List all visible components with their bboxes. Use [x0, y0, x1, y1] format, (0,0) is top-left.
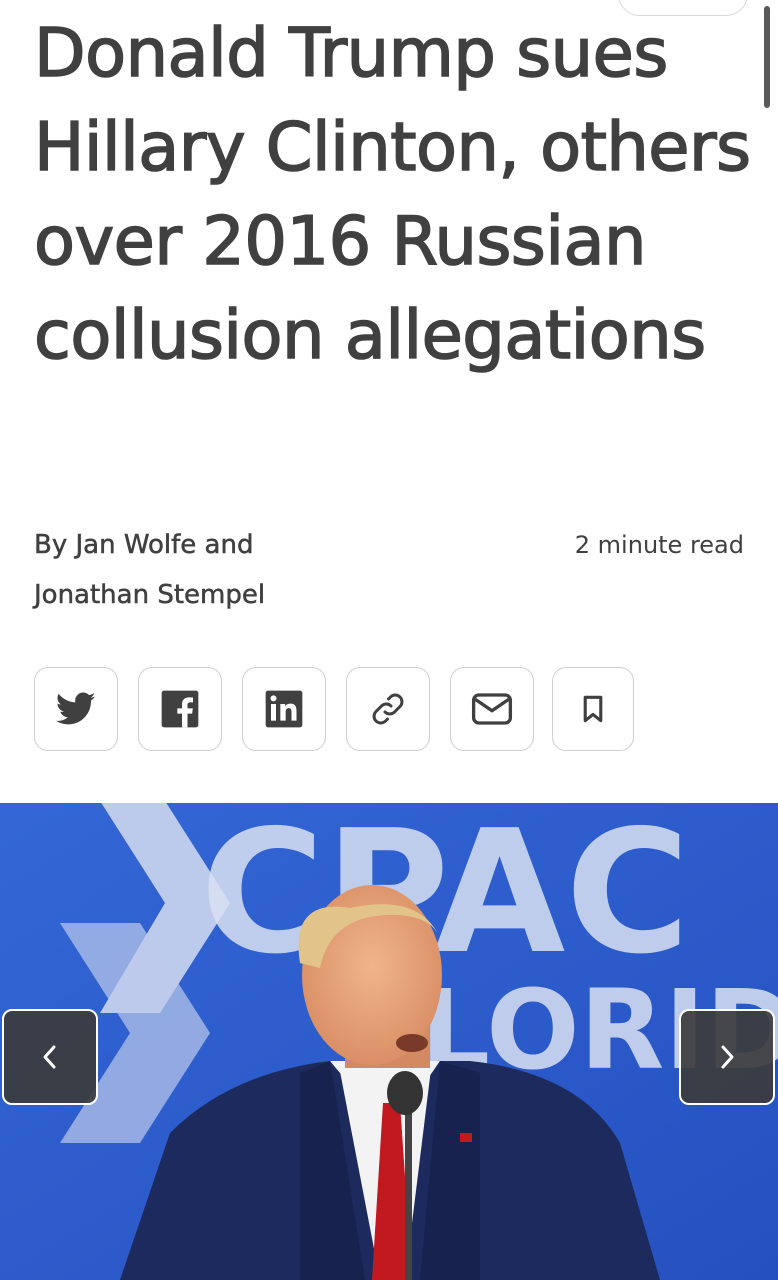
bookmark-icon: [583, 695, 603, 723]
article-photo: CPAC LORIDA: [0, 803, 778, 1280]
facebook-icon: [161, 690, 199, 728]
linkedin-icon: [265, 690, 303, 728]
share-email-button[interactable]: [450, 667, 534, 751]
link-icon: [372, 693, 404, 725]
photo-image: CPAC LORIDA: [0, 803, 778, 1280]
photo-next-button[interactable]: [679, 1009, 775, 1105]
byline-line-2[interactable]: Jonathan Stempel: [34, 570, 374, 620]
mail-icon: [471, 693, 513, 725]
share-link-button[interactable]: [346, 667, 430, 751]
chevron-right-icon: [721, 1045, 734, 1069]
byline-line-1[interactable]: By Jan Wolfe and: [34, 520, 374, 570]
scrollbar[interactable]: [764, 6, 770, 108]
share-linkedin-button[interactable]: [242, 667, 326, 751]
twitter-icon: [56, 692, 96, 725]
chevron-left-icon: [43, 1045, 56, 1069]
read-time: 2 minute read: [574, 531, 744, 559]
share-twitter-button[interactable]: [34, 667, 118, 751]
article-byline: By Jan Wolfe and Jonathan Stempel: [34, 520, 374, 620]
article-headline: Donald Trump sues Hillary Clinton, other…: [33, 13, 752, 375]
share-facebook-button[interactable]: [138, 667, 222, 751]
photo-prev-button[interactable]: [2, 1009, 98, 1105]
bookmark-button[interactable]: [552, 667, 634, 751]
photo-background-text: CPAC: [200, 803, 690, 992]
